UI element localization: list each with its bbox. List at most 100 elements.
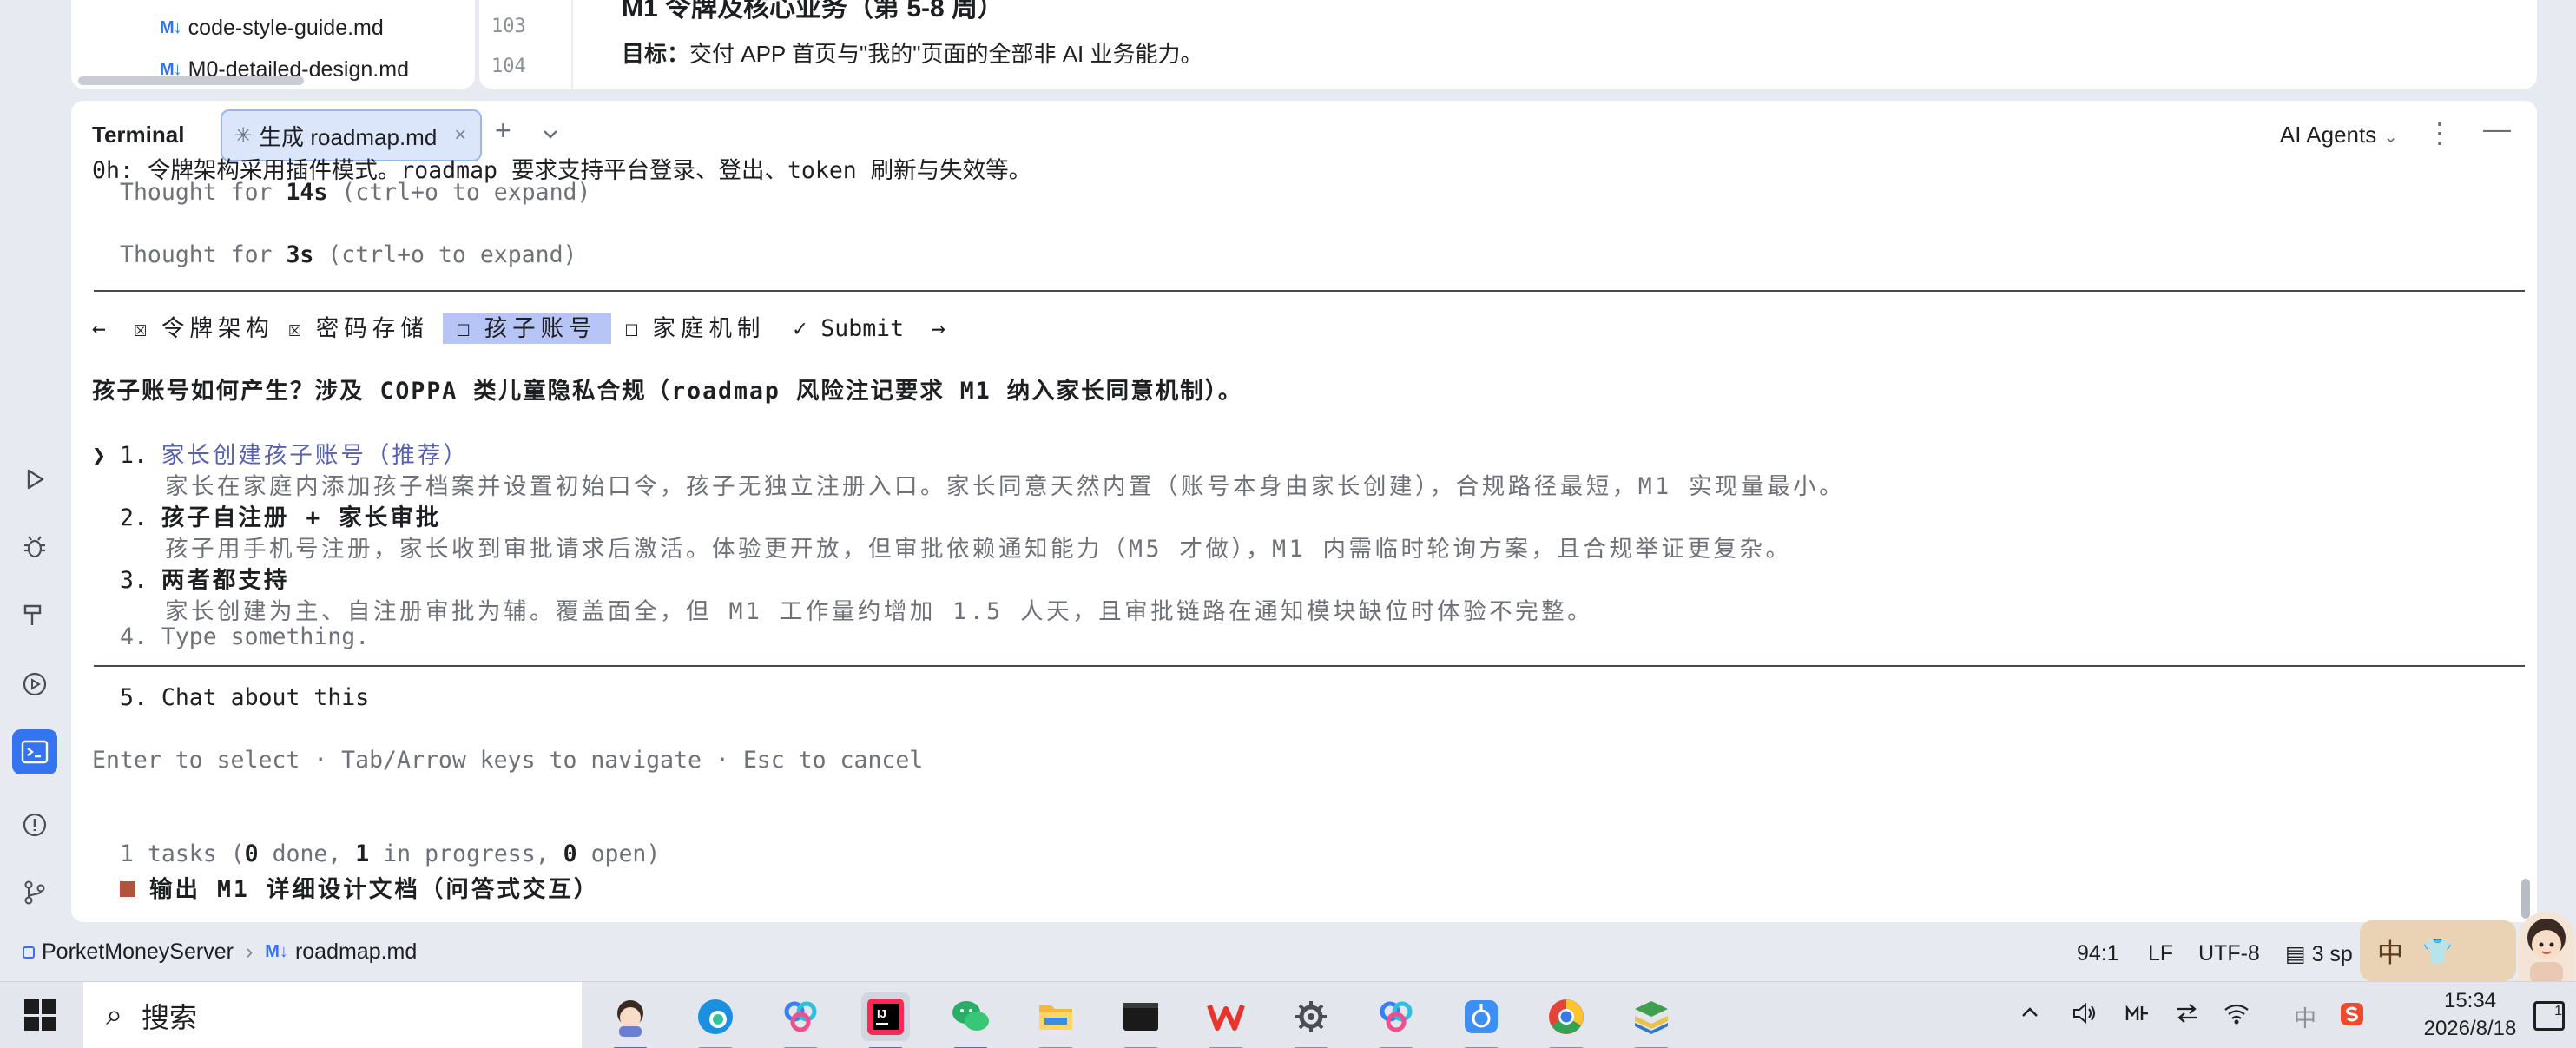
line-number: 104 (491, 56, 526, 77)
taskbar: ⌕ 搜索 IJ 中 15:34 2026/8/18 1 (0, 981, 2576, 1048)
tab-password-storage[interactable]: ☒ 密码存储 (288, 315, 429, 342)
ime-mode-icon[interactable] (2124, 1001, 2150, 1032)
terminal-app-icon[interactable] (1117, 992, 1165, 1048)
option-title: 孩子自注册 + 家长审批 (161, 504, 442, 531)
terminal-icon[interactable] (12, 729, 57, 774)
taskbar-clock[interactable]: 15:34 2026/8/18 (2422, 987, 2518, 1043)
option-1[interactable]: ❯ 1. 家长创建孩子账号（推荐） (92, 436, 469, 470)
breadcrumb-file[interactable]: roadmap.md (295, 939, 417, 965)
close-icon[interactable]: × (454, 123, 466, 148)
volume-icon[interactable] (2072, 1001, 2098, 1032)
svg-text:IJ: IJ (877, 1007, 886, 1020)
option-4[interactable]: 4. Type something. (120, 623, 369, 650)
cursor-icon: ❯ (92, 442, 106, 469)
terminal-panel: Terminal ✳ 生成 roadmap.md × + AI Agents ⌄ … (71, 101, 2537, 922)
file-encoding[interactable]: UTF-8 (2198, 941, 2260, 966)
tab-family-mechanism[interactable]: ☐ 家庭机制 (625, 315, 766, 342)
baidu-netdisk-icon[interactable] (776, 992, 825, 1048)
intellij-idea-icon[interactable]: IJ (861, 992, 910, 1048)
run-icon[interactable] (12, 457, 57, 502)
thought-line-2: Thought for 3s (ctrl+o to expand) (120, 241, 577, 268)
option-description: 家长在家庭内添加孩子档案并设置初始口令，孩子无独立注册入口。家长同意天然内置（账… (165, 473, 1846, 500)
ime-toolbar[interactable]: 中 👕 (2360, 920, 2516, 981)
search-placeholder: 搜索 (142, 1001, 198, 1033)
project-tree: M↓ code-style-guide.md M↓ M0-detailed-de… (71, 0, 475, 89)
line-gutter: 103 104 (479, 0, 573, 89)
ime-mode-label[interactable]: 中 (2377, 932, 2403, 970)
terminal-scrollbar[interactable] (2521, 879, 2530, 919)
markdown-file-icon: M↓ (265, 942, 288, 961)
line-number: 103 (491, 16, 526, 37)
wifi-icon[interactable] (2223, 1001, 2250, 1032)
services-icon[interactable] (12, 662, 57, 707)
arrow-right-icon[interactable]: → (932, 315, 945, 342)
start-icon[interactable] (24, 999, 56, 1031)
cursor-position[interactable]: 94:1 (2077, 941, 2119, 966)
more-options-icon[interactable]: ⋮ (2426, 116, 2454, 149)
tree-item-code-style-guide[interactable]: M↓ code-style-guide.md (160, 10, 384, 45)
tray-chevron-icon[interactable] (2019, 1001, 2040, 1029)
clock-date: 2026/8/18 (2423, 1017, 2517, 1040)
arrow-left-icon[interactable]: ← (92, 315, 106, 342)
tasks-summary: 1 tasks (0 done, 1 in progress, 0 open) (120, 840, 661, 867)
goal-text: 交付 APP 首页与"我的"页面的全部非 AI 业务能力。 (689, 41, 1203, 67)
add-tab-button[interactable]: + (495, 115, 511, 147)
wps-office-icon[interactable] (1202, 992, 1250, 1048)
breadcrumb-project[interactable]: PorketMoneyServer (42, 939, 234, 965)
option-description: 孩子用手机号注册，家长收到审批请求后激活。体验更开放，但审批依赖通知能力（M5 … (165, 536, 1792, 563)
indent-icon: ▤ (2285, 942, 2306, 966)
network-toggle-icon[interactable] (2174, 1001, 2200, 1032)
option-5[interactable]: 5. Chat about this (120, 684, 369, 711)
tab-label: 生成 roadmap.md (259, 123, 438, 150)
taskbar-search[interactable]: ⌕ 搜索 (83, 982, 582, 1048)
thought-line-1: Thought for 14s (ctrl+o to expand) (120, 179, 591, 206)
notification-count: 1 (2554, 1004, 2562, 1018)
minimize-icon[interactable]: — (2483, 113, 2511, 145)
build-icon[interactable] (12, 592, 57, 637)
option-2[interactable]: 2. 孩子自注册 + 家长审批 (120, 498, 441, 532)
wechat-icon[interactable] (946, 992, 995, 1048)
notification-app-icon[interactable] (1457, 992, 1505, 1048)
ai-agents-label: AI Agents (2279, 122, 2377, 148)
avatar-app-icon[interactable] (606, 992, 655, 1048)
task-item: 输出 M1 详细设计文档（问答式交互） (120, 870, 599, 904)
sogou-icon[interactable] (2339, 1001, 2365, 1033)
clock-time: 15:34 (2443, 989, 2497, 1012)
spinner-icon: ✳ (234, 123, 253, 148)
breadcrumb: PorketMoneyServer › M↓ roadmap.md (23, 939, 417, 965)
chrome-icon[interactable] (1542, 992, 1591, 1048)
editor-area: M↓ code-style-guide.md M↓ M0-detailed-de… (0, 0, 2576, 94)
skin-icon[interactable]: 👕 (2422, 937, 2453, 966)
markdown-editor[interactable]: 103 104 M1 令牌及核心业务（第 5-8 周） 目标：交付 APP 首页… (479, 0, 2537, 89)
separator (94, 665, 2525, 667)
problems-icon[interactable] (12, 802, 57, 847)
option-3[interactable]: 3. 两者都支持 (120, 561, 289, 595)
option-title: 两者都支持 (161, 567, 290, 594)
debug-icon[interactable] (12, 524, 57, 570)
git-icon[interactable] (12, 870, 57, 915)
baidu-netdisk-2-icon[interactable] (1372, 992, 1420, 1048)
task-in-progress-icon (120, 880, 135, 897)
question-tabs: ← ☒ 令牌架构 ☒ 密码存储 ☐ 孩子账号 ☐ 家庭机制 ✓ Submit → (92, 309, 945, 344)
ai-agents-dropdown[interactable]: AI Agents ⌄ (2280, 122, 2398, 148)
option-title: 家长创建孩子账号（推荐） (161, 442, 469, 469)
question-text: 孩子账号如何产生？涉及 COPPA 类儿童隐私合规（roadmap 风险注记要求… (92, 378, 1243, 405)
notification-center-icon[interactable]: 1 (2533, 1001, 2565, 1031)
tab-dropdown-icon[interactable] (540, 120, 561, 152)
module-icon (23, 946, 35, 959)
settings-icon[interactable] (1287, 992, 1335, 1048)
indent-setting[interactable]: ▤ 3 sp (2285, 941, 2353, 967)
submit-tab[interactable]: ✓ Submit (793, 315, 904, 342)
tree-scrollbar[interactable] (78, 76, 304, 85)
tab-token-arch[interactable]: ☒ 令牌架构 (134, 315, 274, 342)
layers-app-icon[interactable] (1627, 992, 1676, 1048)
ime-indicator[interactable]: 中 (2294, 1001, 2316, 1033)
editor-heading: M1 令牌及核心业务（第 5-8 周） (622, 0, 1005, 23)
edge-browser-icon[interactable] (691, 992, 740, 1048)
terminal-title[interactable]: Terminal (92, 122, 184, 148)
tab-child-account[interactable]: ☐ 孩子账号 (442, 313, 611, 344)
terminal-output[interactable]: 0h: 令牌架构采用插件模式。roadmap 要求支持平台登录、登出、token… (71, 157, 2537, 922)
line-separator[interactable]: LF (2148, 941, 2173, 966)
avatar[interactable] (2518, 912, 2575, 985)
file-explorer-icon[interactable] (1031, 992, 1080, 1048)
